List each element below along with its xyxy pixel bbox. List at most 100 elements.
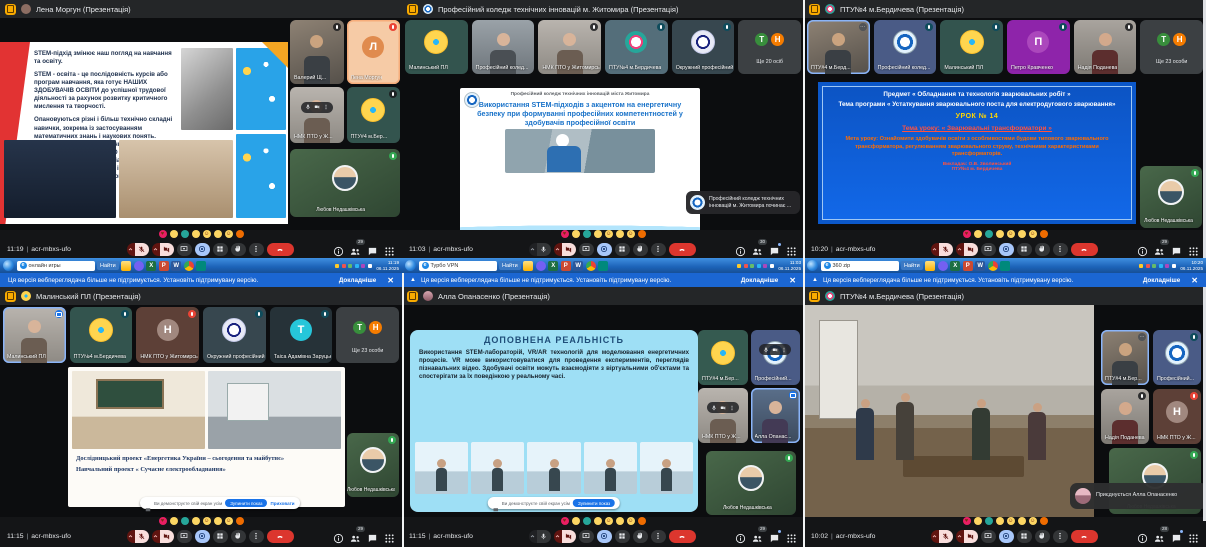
participant-tile[interactable]: Професійний... — [1153, 330, 1201, 385]
participant-tile[interactable]: ПТУ#4 м.Бер... — [347, 87, 401, 143]
reaction-sad-icon[interactable]: ☺ — [627, 517, 635, 525]
info-icon[interactable] — [735, 531, 746, 542]
warning-more-link[interactable]: Докладніше — [339, 277, 376, 284]
chat-icon[interactable] — [367, 244, 378, 255]
chevron-up-icon[interactable] — [529, 243, 537, 256]
browser-extension-icon[interactable] — [407, 291, 418, 302]
chevron-up-icon[interactable] — [152, 243, 160, 256]
more-options-button[interactable] — [1053, 243, 1068, 256]
chrome-app-icon[interactable] — [988, 261, 998, 271]
tray-icon[interactable] — [763, 264, 767, 268]
reaction-clap-icon[interactable] — [192, 517, 200, 525]
info-icon[interactable] — [333, 531, 344, 542]
reaction-surprise-icon[interactable] — [616, 517, 624, 525]
present-button[interactable] — [579, 530, 594, 543]
reaction-sad-icon[interactable]: ☺ — [1029, 517, 1037, 525]
apps-grid-icon[interactable] — [384, 244, 395, 255]
chrome-app-icon[interactable] — [586, 261, 596, 271]
excel-app-icon[interactable]: X — [548, 261, 558, 271]
more-options-button[interactable] — [249, 530, 264, 543]
stop-sharing-button[interactable]: Зупинити показ — [573, 499, 615, 507]
chevron-up-icon[interactable] — [956, 530, 964, 543]
people-icon[interactable]: 28 — [1154, 531, 1165, 542]
viber-app-icon[interactable] — [134, 261, 144, 271]
tray-icon[interactable] — [1165, 264, 1169, 268]
activities-button[interactable] — [597, 530, 612, 543]
tray-icon[interactable] — [750, 264, 754, 268]
tray-icon[interactable] — [1172, 264, 1176, 268]
participant-tile[interactable]: Окружний професійний лі... — [203, 307, 266, 363]
word-app-icon[interactable]: W — [573, 261, 583, 271]
chevron-up-icon[interactable] — [127, 243, 135, 256]
tray-icon[interactable] — [1159, 264, 1163, 268]
reaction-sad-icon[interactable]: ☺ — [225, 230, 233, 238]
search-find-button[interactable]: Найти — [901, 261, 923, 270]
participant-tile[interactable]: Малинський ПЛ — [3, 307, 66, 363]
ppt-app-icon[interactable]: P — [963, 261, 973, 271]
reaction-clap-icon[interactable] — [192, 230, 200, 238]
taskbar-search-input[interactable]: e360 zip — [821, 261, 899, 271]
browser-extension-icon[interactable] — [5, 291, 16, 302]
participant-tile[interactable]: Малинський ПЛ — [405, 20, 468, 74]
raise-hand-button[interactable] — [231, 530, 246, 543]
mic-icon[interactable] — [305, 104, 311, 110]
participant-tile[interactable]: НМК ПТО у Ж... — [698, 388, 748, 443]
more-icon[interactable] — [323, 104, 329, 110]
hide-toast-link[interactable]: Приховати — [270, 501, 294, 506]
reaction-surprise-icon[interactable] — [1018, 230, 1026, 238]
activities-button[interactable] — [999, 530, 1014, 543]
reaction-party-icon[interactable] — [583, 517, 591, 525]
taskbar-search-input[interactable]: eТурбо VPN — [419, 261, 497, 271]
reaction-thumbs-up-icon[interactable] — [974, 517, 982, 525]
reaction-laugh-icon[interactable]: ☺ — [1007, 517, 1015, 525]
camera-button[interactable] — [152, 530, 174, 543]
info-icon[interactable] — [1137, 244, 1148, 255]
raise-hand-button[interactable] — [1035, 530, 1050, 543]
warning-close-icon[interactable]: ✕ — [1191, 276, 1198, 285]
stop-sharing-button[interactable]: Зупинити показ — [225, 499, 267, 507]
apps-grid-icon[interactable] — [384, 531, 395, 542]
reaction-laugh-icon[interactable]: ☺ — [605, 517, 613, 525]
tile-controls-pill[interactable] — [759, 344, 791, 355]
more-options-button[interactable] — [651, 243, 666, 256]
browser-extension-icon[interactable] — [809, 291, 820, 302]
info-icon[interactable] — [333, 244, 344, 255]
end-call-button[interactable] — [1071, 243, 1098, 256]
participant-tile[interactable]: ПТУ#4 м.Берд...⋯ — [807, 20, 870, 74]
tray-icon[interactable] — [1152, 264, 1156, 268]
participant-tile[interactable]: ПТУ#4 м.Бер...⋯ — [1101, 330, 1149, 385]
meet-app-icon[interactable] — [196, 261, 206, 271]
tile-controls-pill[interactable] — [707, 402, 739, 413]
chat-icon[interactable] — [769, 244, 780, 255]
present-button[interactable] — [579, 243, 594, 256]
participant-tile[interactable]: НМК ПТО у Житомирській — [538, 20, 601, 74]
people-icon[interactable]: 29 — [350, 531, 361, 542]
participant-tile[interactable]: ТНЩе 23 особи — [336, 307, 399, 363]
browser-extension-icon[interactable] — [5, 4, 16, 15]
chevron-up-icon[interactable] — [931, 530, 939, 543]
reaction-clap-icon[interactable] — [594, 230, 602, 238]
reaction-laugh-icon[interactable]: ☺ — [203, 517, 211, 525]
participant-tile[interactable]: Валерий Щ... — [290, 20, 344, 84]
participant-tile[interactable]: ПТУ№4 м.Бердичева — [605, 20, 668, 74]
camera-icon[interactable] — [720, 405, 726, 411]
mic-button[interactable] — [931, 530, 953, 543]
reaction-thumbs-up-icon[interactable] — [974, 230, 982, 238]
warning-close-icon[interactable]: ✕ — [387, 276, 394, 285]
pinned-participant-tile[interactable]: Любов Недашківська — [1140, 166, 1202, 228]
participant-tile[interactable]: ННМК ПТО у Ж... — [1153, 389, 1201, 444]
camera-icon[interactable] — [314, 104, 320, 110]
participant-tile[interactable]: Надія Поданева — [1101, 389, 1149, 444]
participant-tile[interactable]: Професійний колед... — [472, 20, 535, 74]
reaction-sad-icon[interactable]: ☺ — [1029, 230, 1037, 238]
reaction-sad-icon[interactable]: ☺ — [627, 230, 635, 238]
viber-app-icon[interactable] — [938, 261, 948, 271]
reaction-sad-icon[interactable]: ☺ — [225, 517, 233, 525]
mic-icon[interactable] — [711, 405, 717, 411]
word-app-icon[interactable]: W — [975, 261, 985, 271]
chevron-up-icon[interactable] — [127, 530, 135, 543]
reaction-think-icon[interactable] — [236, 517, 244, 525]
chevron-up-icon[interactable] — [931, 243, 939, 256]
people-icon[interactable]: 29 — [752, 531, 763, 542]
apps-grid-icon[interactable] — [786, 244, 797, 255]
